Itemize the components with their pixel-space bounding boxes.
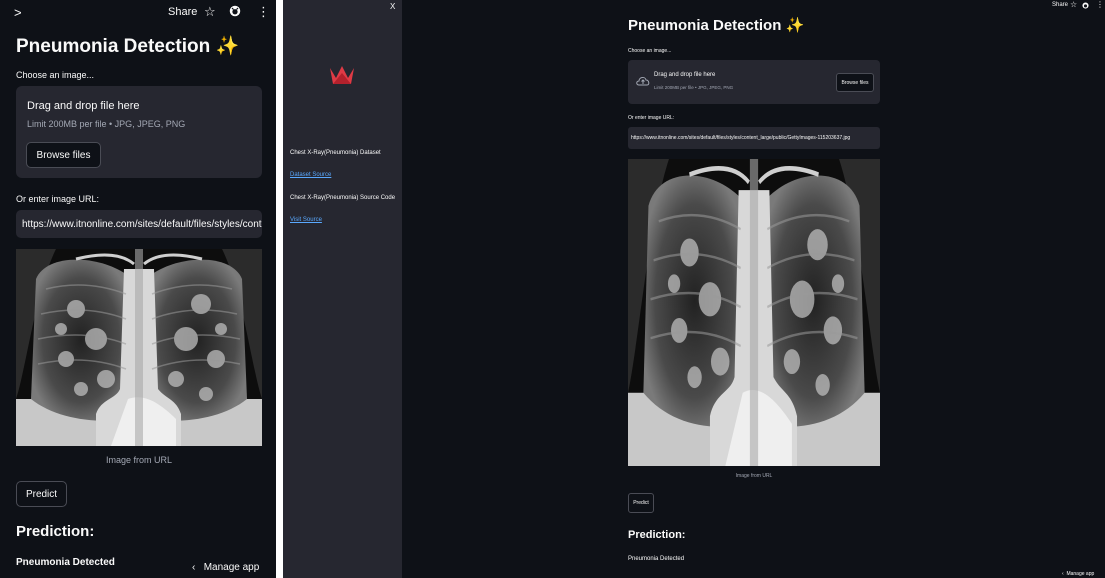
- dropzone-limit: Limit 200MB per file • JPG, JPEG, PNG: [27, 119, 186, 129]
- github-icon[interactable]: [1082, 2, 1089, 9]
- uploader-label: Choose an image...: [628, 48, 672, 54]
- file-dropzone[interactable]: Drag and drop file here Limit 200MB per …: [16, 86, 262, 178]
- dropzone-text: Drag and drop file here: [27, 100, 140, 112]
- sidebar-link-dataset-source[interactable]: Dataset Source: [290, 172, 331, 178]
- sidebar-link-visit-source[interactable]: Visit Source: [290, 217, 322, 223]
- github-icon[interactable]: [229, 5, 241, 17]
- kebab-menu-icon[interactable]: ⋮: [1096, 0, 1104, 9]
- sidebar: X Chest X-Ray(Pneumonia) Dataset Dataset…: [283, 0, 402, 578]
- sidebar-item-dataset: Chest X-Ray(Pneumonia) Dataset: [290, 150, 381, 156]
- chevron-left-icon: ‹: [1062, 571, 1064, 577]
- prediction-heading: Prediction:: [16, 523, 95, 540]
- page-title: Pneumonia Detection ✨: [628, 17, 805, 34]
- manage-app-label: Manage app: [203, 562, 260, 573]
- prediction-result: Pneumonia Detected: [628, 556, 685, 562]
- uploader-label: Choose an image...: [16, 70, 95, 80]
- share-button[interactable]: Share: [1052, 2, 1068, 8]
- browse-files-button[interactable]: Browse files: [836, 73, 874, 92]
- desktop-view: X Chest X-Ray(Pneumonia) Dataset Dataset…: [283, 0, 1105, 578]
- url-input-label: Or enter image URL:: [16, 194, 100, 204]
- predict-button[interactable]: Predict: [16, 481, 67, 507]
- mobile-view: > Share ☆ ⋮ Pneumonia Detection ✨ Choose…: [0, 0, 276, 578]
- xray-image: [628, 159, 880, 466]
- star-icon[interactable]: ☆: [204, 4, 216, 20]
- chevron-right-icon[interactable]: >: [14, 5, 22, 20]
- file-dropzone[interactable]: Drag and drop file here Limit 200MB per …: [628, 60, 880, 104]
- xray-image: [16, 249, 262, 446]
- page-title: Pneumonia Detection ✨: [16, 36, 240, 57]
- dropzone-limit: Limit 200MB per file • JPG, JPEG, PNG: [654, 85, 734, 90]
- predict-button[interactable]: Predict: [628, 493, 654, 513]
- manage-app-label: Manage app: [1066, 571, 1095, 577]
- browse-files-button[interactable]: Browse files: [26, 142, 101, 168]
- cloud-upload-icon: [636, 77, 650, 86]
- chevron-left-icon: ‹: [192, 562, 196, 573]
- dropzone-text: Drag and drop file here: [654, 72, 716, 78]
- url-input[interactable]: https://www.itnonline.com/sites/default/…: [16, 210, 262, 238]
- prediction-heading: Prediction:: [628, 529, 686, 541]
- kebab-menu-icon[interactable]: ⋮: [257, 4, 270, 20]
- prediction-result: Pneumonia Detected: [16, 557, 115, 568]
- share-button[interactable]: Share: [168, 6, 197, 18]
- image-caption: Image from URL: [105, 455, 173, 465]
- sidebar-item-source-code: Chest X-Ray(Pneumonia) Source Code: [290, 195, 396, 201]
- url-input-label: Or enter image URL:: [628, 115, 675, 121]
- star-icon[interactable]: ☆: [1070, 0, 1077, 9]
- streamlit-logo-icon: [330, 66, 354, 84]
- manage-app-button[interactable]: ‹ Manage app: [1062, 571, 1094, 577]
- main-content: Share ☆ ⋮ Pneumonia Detection ✨ Choose a…: [402, 0, 1105, 578]
- url-input[interactable]: https://www.itnonline.com/sites/default/…: [628, 127, 880, 149]
- image-caption: Image from URL: [735, 473, 773, 479]
- manage-app-button[interactable]: ‹ Manage app: [192, 562, 259, 573]
- close-sidebar-button[interactable]: X: [390, 2, 395, 11]
- top-bar: > Share ☆ ⋮: [0, 0, 276, 26]
